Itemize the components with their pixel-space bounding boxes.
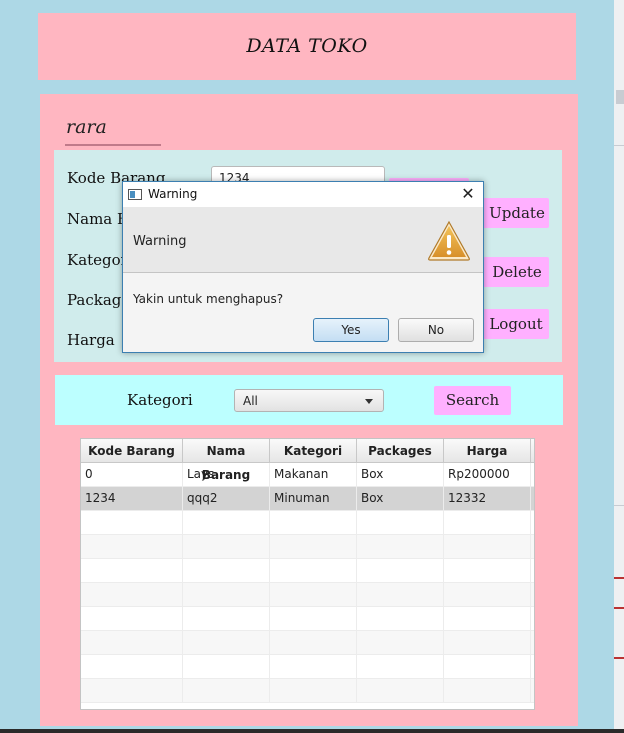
table-row[interactable] [81, 559, 534, 583]
data-table[interactable]: Kode Barang Nama Barang Kategori Package… [80, 438, 535, 710]
table-cell [444, 583, 531, 606]
table-cell [444, 679, 531, 702]
table-cell [270, 535, 357, 558]
table-row[interactable] [81, 535, 534, 559]
username-underline [65, 144, 161, 146]
table-cell [357, 607, 444, 630]
table-cell [81, 583, 183, 606]
page-title: DATA TOKO [246, 35, 368, 57]
table-cell [357, 631, 444, 654]
harga-label: Harga [67, 331, 115, 349]
table-row[interactable] [81, 655, 534, 679]
username-label: rara [66, 116, 107, 138]
table-cell: Box [357, 487, 444, 510]
table-cell [81, 679, 183, 702]
table-cell [183, 511, 270, 534]
table-cell [444, 559, 531, 582]
table-cell [183, 655, 270, 678]
table-cell [270, 559, 357, 582]
table-cell [81, 655, 183, 678]
table-cell [357, 655, 444, 678]
dialog-titlebar[interactable]: Warning ✕ [123, 182, 483, 207]
table-cell [444, 655, 531, 678]
table-cell: 0 [81, 463, 183, 486]
kategori-filter-label: Kategori [127, 391, 193, 409]
table-cell [357, 679, 444, 702]
table-cell [81, 607, 183, 630]
table-cell [183, 631, 270, 654]
kategori-dropdown[interactable]: All [234, 389, 384, 412]
table-cell [81, 631, 183, 654]
table-cell: Minuman [270, 487, 357, 510]
table-cell: Box [357, 463, 444, 486]
table-cell [81, 535, 183, 558]
search-button[interactable]: Search [434, 386, 511, 415]
column-header-nama[interactable]: Nama Barang [183, 439, 270, 482]
header-panel: DATA TOKO [38, 13, 576, 80]
table-cell: 12332 [444, 487, 531, 510]
table-cell [81, 511, 183, 534]
table-cell: Lays [183, 463, 270, 486]
warning-triangle-icon [428, 220, 470, 261]
table-cell: Rp200000 [444, 463, 531, 486]
kategori-dropdown-value: All [243, 394, 258, 408]
table-row[interactable] [81, 679, 534, 703]
dialog-message: Yakin untuk menghapus? [133, 292, 284, 306]
column-header-kategori[interactable]: Kategori [270, 439, 357, 463]
close-icon[interactable]: ✕ [459, 185, 477, 203]
table-cell [357, 511, 444, 534]
no-button[interactable]: No [398, 318, 474, 342]
table-row[interactable] [81, 607, 534, 631]
table-row[interactable] [81, 631, 534, 655]
table-row[interactable]: 1234 qqq2 Minuman Box 12332 [81, 487, 534, 511]
table-cell: Makanan [270, 463, 357, 486]
table-cell [357, 535, 444, 558]
warning-dialog: Warning ✕ Warning Yakin untuk menghapus?… [122, 181, 484, 353]
table-cell [444, 631, 531, 654]
column-header-filler [531, 439, 534, 463]
dialog-title: Warning [148, 187, 198, 201]
column-header-kode[interactable]: Kode Barang [81, 439, 183, 463]
table-cell [357, 559, 444, 582]
background-window-edge [614, 0, 624, 733]
table-row[interactable] [81, 583, 534, 607]
table-cell [357, 583, 444, 606]
table-row[interactable] [81, 511, 534, 535]
dialog-header-text: Warning [133, 234, 187, 249]
table-cell [270, 631, 357, 654]
table-cell [183, 607, 270, 630]
table-cell [444, 511, 531, 534]
table-cell [81, 559, 183, 582]
table-cell [270, 607, 357, 630]
table-cell [183, 583, 270, 606]
table-cell: 1234 [81, 487, 183, 510]
table-cell [270, 511, 357, 534]
table-cell [270, 655, 357, 678]
table-cell [444, 535, 531, 558]
table-row[interactable]: 0 Lays Makanan Box Rp200000 [81, 463, 534, 487]
chevron-down-icon [365, 399, 373, 404]
table-cell [183, 535, 270, 558]
column-header-packages[interactable]: Packages [357, 439, 444, 463]
taskbar-edge [0, 729, 624, 733]
table-cell: qqq2 [183, 487, 270, 510]
table-cell [183, 559, 270, 582]
yes-button[interactable]: Yes [313, 318, 389, 342]
table-cell [270, 583, 357, 606]
table-cell [270, 679, 357, 702]
packages-label: Package [67, 291, 131, 309]
column-header-harga[interactable]: Harga [444, 439, 531, 463]
java-app-icon [128, 189, 142, 200]
kategori-form-label: Kategor [67, 251, 128, 269]
table-cell [183, 679, 270, 702]
table-cell [444, 607, 531, 630]
